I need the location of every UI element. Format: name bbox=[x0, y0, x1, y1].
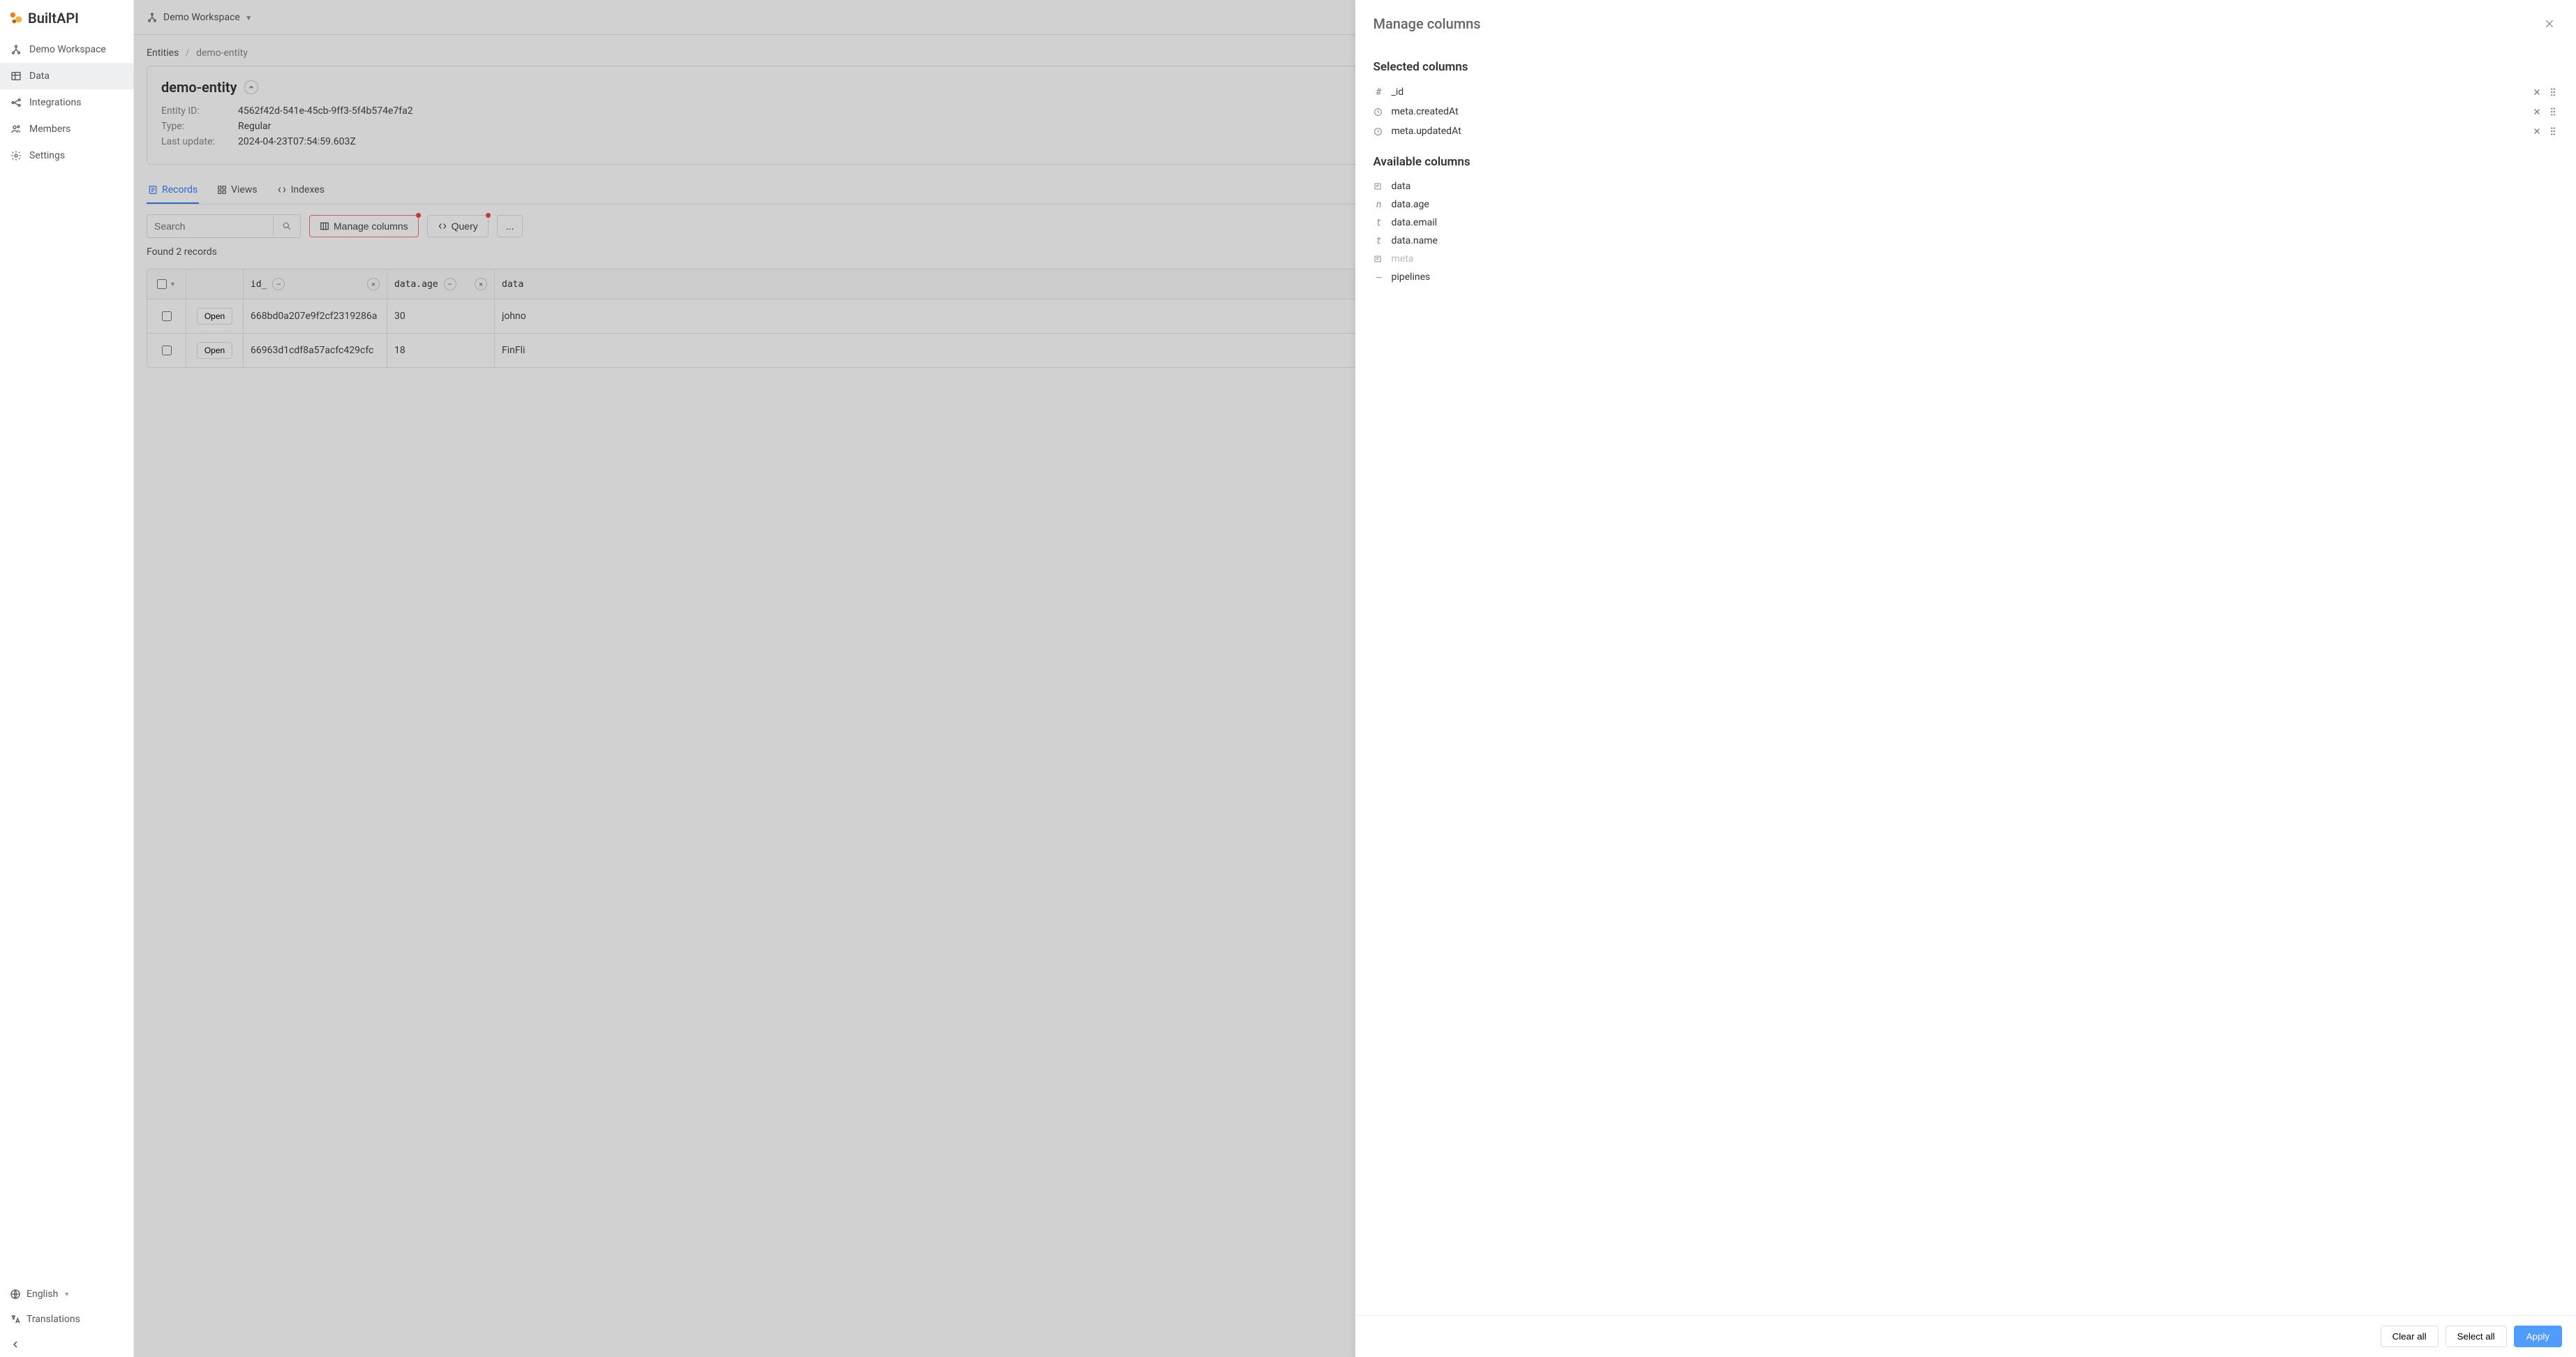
remove-column-button[interactable] bbox=[2531, 106, 2543, 117]
translate-icon bbox=[10, 1314, 21, 1325]
column-name: data.email bbox=[1392, 217, 2559, 228]
sidebar-workspace[interactable]: Demo Workspace bbox=[0, 36, 133, 63]
drawer-title: Manage columns bbox=[1373, 15, 1481, 32]
collapse-sidebar[interactable] bbox=[0, 1332, 133, 1357]
drag-handle-icon[interactable] bbox=[2548, 86, 2558, 98]
text-type-icon: t bbox=[1373, 218, 1385, 228]
available-column-row[interactable]: t data.email bbox=[1373, 214, 2559, 232]
members-icon bbox=[10, 123, 22, 135]
column-name: data.age bbox=[1392, 199, 2559, 210]
object-icon bbox=[1373, 255, 1385, 263]
sidebar-item-settings[interactable]: Settings bbox=[0, 142, 133, 169]
column-name: data bbox=[1392, 181, 2559, 192]
sidebar-item-data[interactable]: Data bbox=[0, 63, 133, 89]
selected-column-row[interactable]: meta.createdAt bbox=[1373, 102, 2559, 121]
sidebar: BuiltAPI Demo Workspace Data Integration… bbox=[0, 0, 134, 1357]
column-name: meta bbox=[1392, 253, 2559, 265]
sidebar-item-label: Settings bbox=[29, 150, 65, 161]
sidebar-item-label: Members bbox=[29, 124, 70, 135]
selected-columns-title: Selected columns bbox=[1373, 60, 2559, 74]
table-icon bbox=[10, 70, 22, 82]
close-drawer-button[interactable] bbox=[2541, 15, 2558, 32]
sidebar-item-label: Integrations bbox=[29, 97, 81, 108]
logo-icon bbox=[8, 10, 24, 26]
available-column-row[interactable]: — pipelines bbox=[1373, 268, 2559, 286]
column-name: pipelines bbox=[1392, 272, 2559, 283]
drag-handle-icon[interactable] bbox=[2548, 125, 2558, 138]
select-all-button[interactable]: Select all bbox=[2445, 1326, 2507, 1347]
clear-all-button[interactable]: Clear all bbox=[2381, 1326, 2439, 1347]
clock-icon bbox=[1373, 107, 1385, 117]
remove-column-button[interactable] bbox=[2531, 87, 2543, 98]
globe-icon bbox=[10, 1289, 21, 1300]
column-name: meta.updatedAt bbox=[1392, 126, 2525, 137]
logo-text: BuiltAPI bbox=[28, 10, 79, 27]
chevron-down-icon: ▼ bbox=[64, 1291, 70, 1298]
object-icon bbox=[1373, 182, 1385, 191]
manage-columns-drawer: Manage columns Selected columns # _id me… bbox=[1355, 0, 2576, 1357]
integrations-icon bbox=[10, 96, 22, 109]
sidebar-item-integrations[interactable]: Integrations bbox=[0, 89, 133, 116]
dash-icon: — bbox=[1373, 272, 1385, 283]
translations-link[interactable]: Translations bbox=[0, 1307, 133, 1332]
remove-column-button[interactable] bbox=[2531, 126, 2543, 137]
apply-button[interactable]: Apply bbox=[2514, 1326, 2562, 1347]
selected-column-row[interactable]: meta.updatedAt bbox=[1373, 121, 2559, 141]
sidebar-item-label: Data bbox=[29, 71, 50, 82]
sidebar-item-members[interactable]: Members bbox=[0, 116, 133, 142]
workspace-icon bbox=[10, 43, 22, 56]
language-selector[interactable]: English ▼ bbox=[0, 1282, 133, 1307]
sidebar-workspace-label: Demo Workspace bbox=[29, 44, 106, 55]
text-type-icon: t bbox=[1373, 236, 1385, 246]
selected-column-row[interactable]: # _id bbox=[1373, 82, 2559, 102]
available-column-row[interactable]: meta bbox=[1373, 250, 2559, 268]
drawer-footer: Clear all Select all Apply bbox=[1355, 1315, 2576, 1357]
main: Demo Workspace ▼ Entities / demo-entity … bbox=[134, 0, 2576, 1357]
number-type-icon: n bbox=[1373, 200, 1385, 210]
gear-icon bbox=[10, 149, 22, 162]
available-columns-title: Available columns bbox=[1373, 155, 2559, 169]
clock-icon bbox=[1373, 127, 1385, 136]
logo: BuiltAPI bbox=[0, 0, 133, 36]
hash-icon: # bbox=[1373, 87, 1385, 98]
column-name: _id bbox=[1392, 87, 2525, 98]
available-column-row[interactable]: n data.age bbox=[1373, 195, 2559, 214]
language-label: English bbox=[27, 1289, 58, 1300]
column-name: meta.createdAt bbox=[1392, 106, 2525, 117]
translations-label: Translations bbox=[27, 1314, 80, 1325]
available-column-row[interactable]: t data.name bbox=[1373, 232, 2559, 250]
drag-handle-icon[interactable] bbox=[2548, 105, 2558, 118]
available-column-row[interactable]: data bbox=[1373, 177, 2559, 195]
column-name: data.name bbox=[1392, 235, 2559, 246]
